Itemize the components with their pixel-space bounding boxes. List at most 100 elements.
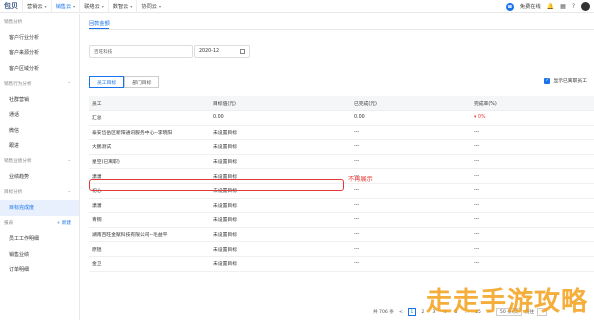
sidebar-item-region[interactable]: 客户区域分析 <box>0 61 79 77</box>
grid-icon[interactable]: ▦ <box>560 3 566 10</box>
cell-target: 未设置目标 <box>213 203 237 209</box>
chevron-down-icon: ▾ <box>101 3 104 9</box>
new-report-button[interactable]: + 新建 <box>57 220 72 226</box>
sidebar-group-sales-analysis[interactable]: 销售分析 <box>0 14 79 30</box>
target-type-switch: 员工目标 部门目标 <box>89 76 160 88</box>
table-header: 员工 目标值(元) 已完成(元) 完成率(%) <box>89 96 594 111</box>
table-row[interactable]: 青铜 未设置目标 --- --- <box>89 213 594 228</box>
sidebar-item-industry[interactable]: 客户行业分析 <box>0 30 79 46</box>
app-logo[interactable]: 包贝 <box>0 0 22 13</box>
cell-target: 未设置目标 <box>213 247 237 253</box>
sidebar-item-followup[interactable]: 跟进 <box>0 138 79 154</box>
cell-employee: 潇潇 <box>92 203 102 209</box>
chevron-up-icon: ⌃ <box>67 81 71 87</box>
bell-icon[interactable]: 🔔 <box>547 3 554 10</box>
cell-rate: --- <box>474 144 480 150</box>
top-navigation-bar: 包贝 营销云 ▾ 销售云 ▾ 联络云 ▾ 数智云 ▾ 协同云 ▾ ☎ 免费在线 🔔 ▦ ? <box>0 0 594 13</box>
table-row[interactable]: 原锟 未设置目标 --- --- <box>89 242 594 257</box>
cell-completed: --- <box>354 202 360 208</box>
sidebar-item-source[interactable]: 客户来源分析 <box>0 45 79 61</box>
sidebar-group-label: 销售业绩分析 <box>4 159 32 165</box>
sidebar-group-behavior[interactable]: 销售行为分析 ⌃ <box>0 76 79 92</box>
cell-employee: 大鹏测试 <box>92 145 112 151</box>
sidebar-item-label: 销售业绩 <box>9 251 30 258</box>
tab-active-indicator <box>89 28 109 29</box>
cell-rate: --- <box>474 202 480 208</box>
top-right-controls: ☎ 免费在线 🔔 ▦ ? <box>505 0 590 13</box>
nav-tab-collab[interactable]: 协同云 ▾ <box>136 0 165 13</box>
online-status[interactable]: 免费在线 <box>520 3 541 10</box>
table-row[interactable]: 大鹏测试 未设置目标 --- --- <box>89 140 594 155</box>
nav-tab-sales[interactable]: 销售云 ▾ <box>50 0 80 13</box>
sidebar-item-target-completion[interactable]: 目标完成度 <box>0 200 79 216</box>
sidebar-item-label: 跟进 <box>9 143 20 150</box>
cell-employee: 星空(已离职) <box>92 160 120 166</box>
phone-icon[interactable]: ☎ <box>505 2 514 11</box>
total-count: 共 706 条 <box>373 310 394 315</box>
cell-employee: 青铜 <box>92 218 102 224</box>
cell-employee: 汇总 <box>92 116 102 122</box>
cell-rate: ▾ 0% <box>474 115 486 121</box>
page-button[interactable]: 1 <box>407 308 416 316</box>
sidebar-item-label: 社群营销 <box>9 96 30 103</box>
column-header-employee: 员工 <box>92 101 102 107</box>
table-row[interactable]: 湖南百旺金赋科技有限公司--毛益平 未设置目标 --- --- <box>89 228 594 243</box>
sidebar-item-sales-perf[interactable]: 销售业绩 <box>0 247 79 263</box>
calendar-icon <box>240 49 245 54</box>
sidebar-item-label: 订单明细 <box>9 267 30 274</box>
table-row[interactable]: 潇潇 未设置目标 --- --- <box>89 199 594 214</box>
main-content: 回款金额 百旺科技 2020-12 员工目标 部门目标 ✓ 显示已离职员工 员工… <box>81 14 594 320</box>
sidebar-item-calls[interactable]: 通话 <box>0 107 79 123</box>
table-row-resigned[interactable]: 星空(已离职) 未设置目标 --- --- <box>89 155 594 170</box>
sidebar-group-target[interactable]: 目标分析 ⌃ <box>0 185 79 201</box>
cell-employee: 金卫 <box>92 262 102 268</box>
cell-target: 0.00 <box>213 115 224 121</box>
column-header-target: 目标值(元) <box>213 101 236 107</box>
sidebar-item-label: 员工工作明细 <box>9 236 40 243</box>
cell-completed: --- <box>354 144 360 150</box>
department-target-button[interactable]: 部门目标 <box>124 76 160 88</box>
sidebar-group-reports[interactable]: 报表 + 新建 <box>0 216 79 232</box>
help-icon[interactable]: ? <box>572 3 575 10</box>
date-value: 2020-12 <box>199 49 220 54</box>
checkbox-checked-icon[interactable]: ✓ <box>544 77 551 84</box>
sidebar-item-label: 客户行业分析 <box>9 34 40 41</box>
sidebar-group-performance[interactable]: 销售业绩分析 ⌃ <box>0 154 79 170</box>
table-row[interactable]: 泰安岱岳区新阳通讯服务中心--李晓阳 未设置目标 --- --- <box>89 126 594 141</box>
nav-tab-contact[interactable]: 联络云 ▾ <box>79 0 108 13</box>
sidebar-item-wechat[interactable]: 微信 <box>0 123 79 139</box>
column-header-rate: 完成率(%) <box>474 101 497 107</box>
sidebar-item-work-detail[interactable]: 员工工作明细 <box>0 231 79 247</box>
nav-tab-data[interactable]: 数智云 ▾ <box>107 0 137 13</box>
show-resigned-label: 显示已离职员工 <box>553 79 587 84</box>
employee-target-button[interactable]: 员工目标 <box>89 76 125 88</box>
cell-completed: 0.00 <box>354 115 365 121</box>
sidebar: 销售分析 客户行业分析 客户来源分析 客户区域分析 销售行为分析 ⌃ 社群营销 通… <box>0 14 80 320</box>
date-picker[interactable]: 2020-12 <box>194 45 250 58</box>
chevron-up-icon: ⌃ <box>67 189 71 195</box>
tab-payment-amount[interactable]: 回款金额 <box>89 20 110 27</box>
sidebar-item-trend[interactable]: 业绩趋势 <box>0 169 79 185</box>
sidebar-item-label: 微信 <box>9 127 20 134</box>
nav-tab-label: 联络云 <box>84 3 100 10</box>
sidebar-item-order-detail[interactable]: 订单明细 <box>0 262 79 278</box>
sidebar-item-community[interactable]: 社群营销 <box>0 92 79 108</box>
cell-rate: --- <box>474 246 480 252</box>
cell-completed: --- <box>354 188 360 194</box>
cell-rate: --- <box>474 188 480 194</box>
cell-completed: --- <box>354 129 360 135</box>
table-row[interactable]: 汇总 0.00 0.00 ▾ 0% <box>89 111 594 126</box>
show-resigned-checkbox[interactable]: ✓ 显示已离职员工 <box>544 77 587 84</box>
cell-employee: 泰安岱岳区新阳通讯服务中心--李晓阳 <box>92 130 173 136</box>
avatar[interactable] <box>581 2 590 11</box>
chevron-down-icon: ▾ <box>73 3 76 9</box>
company-filter-input[interactable]: 百旺科技 <box>89 45 193 58</box>
sidebar-group-label: 销售分析 <box>4 19 23 25</box>
prev-page-button[interactable]: < <box>397 308 405 316</box>
tab-divider <box>89 29 594 30</box>
table-row[interactable]: 金卫 未设置目标 --- --- <box>89 257 594 272</box>
sidebar-group-label: 销售行为分析 <box>4 81 32 87</box>
chevron-down-icon: ▾ <box>130 3 133 9</box>
nav-tab-label: 销售云 <box>55 3 72 10</box>
nav-tab-marketing[interactable]: 营销云 ▾ <box>22 0 51 13</box>
